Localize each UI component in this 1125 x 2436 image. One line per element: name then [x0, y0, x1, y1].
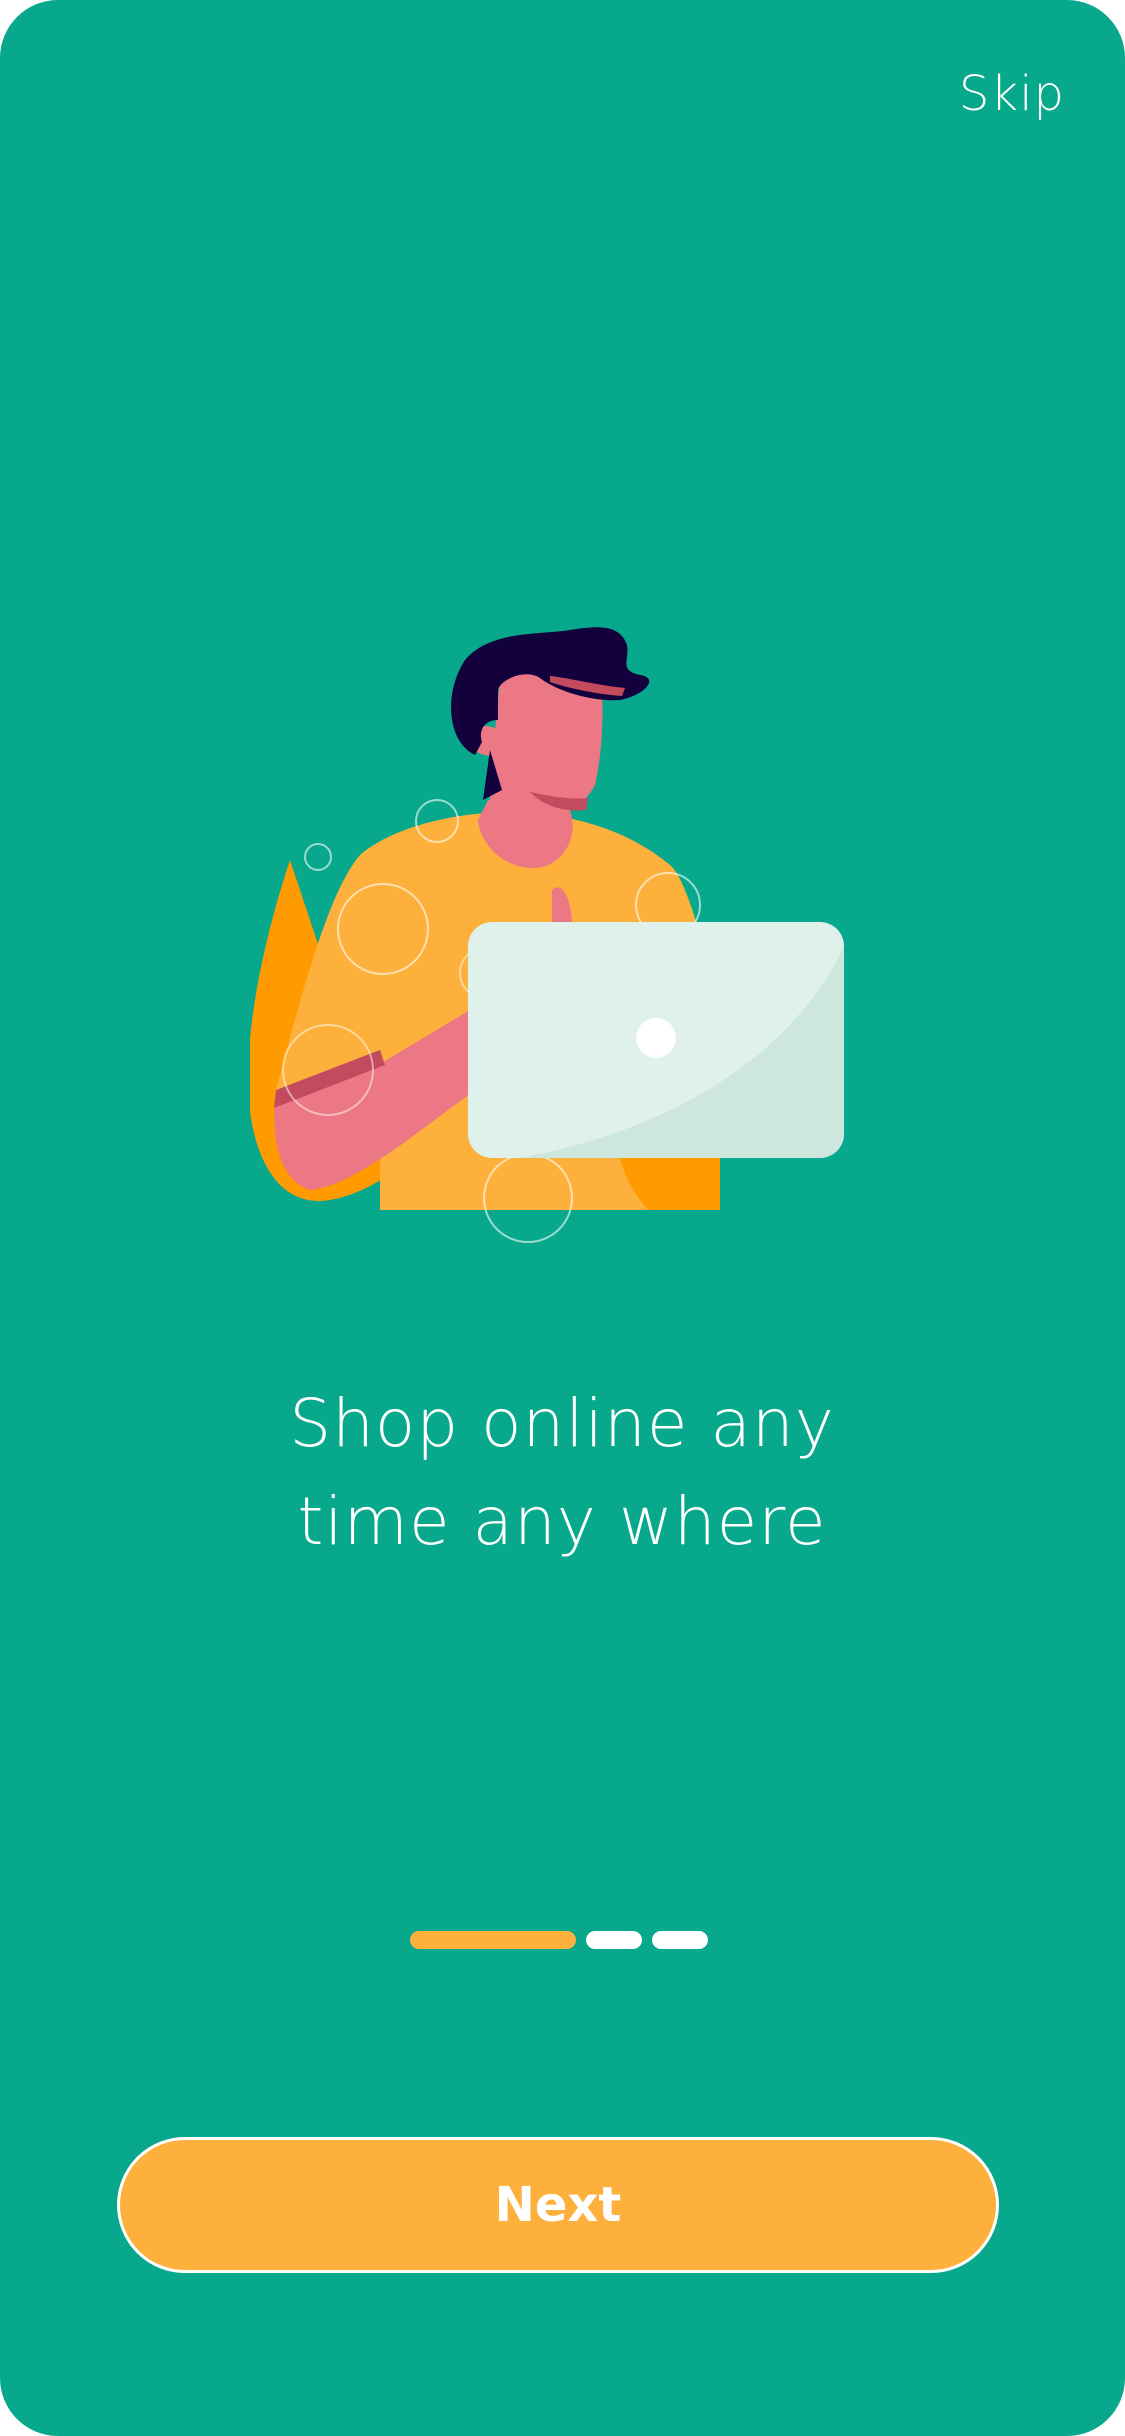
headline-line-1: Shop online any: [289, 1385, 835, 1462]
page-indicator-dot-1: [410, 1931, 576, 1949]
skip-button[interactable]: Skip: [959, 66, 1065, 122]
page-indicator-dot-2: [586, 1931, 642, 1949]
onboarding-screen: Skip Shop online any time any where Next: [0, 0, 1125, 2436]
next-button[interactable]: Next: [117, 2137, 999, 2273]
onboarding-headline: Shop online any time any where: [112, 1375, 1012, 1571]
page-indicator-dot-3: [652, 1931, 708, 1949]
person-with-laptop-illustration: [250, 627, 844, 1243]
page-indicator: [410, 1931, 708, 1949]
headline-line-2: time any where: [297, 1483, 827, 1560]
